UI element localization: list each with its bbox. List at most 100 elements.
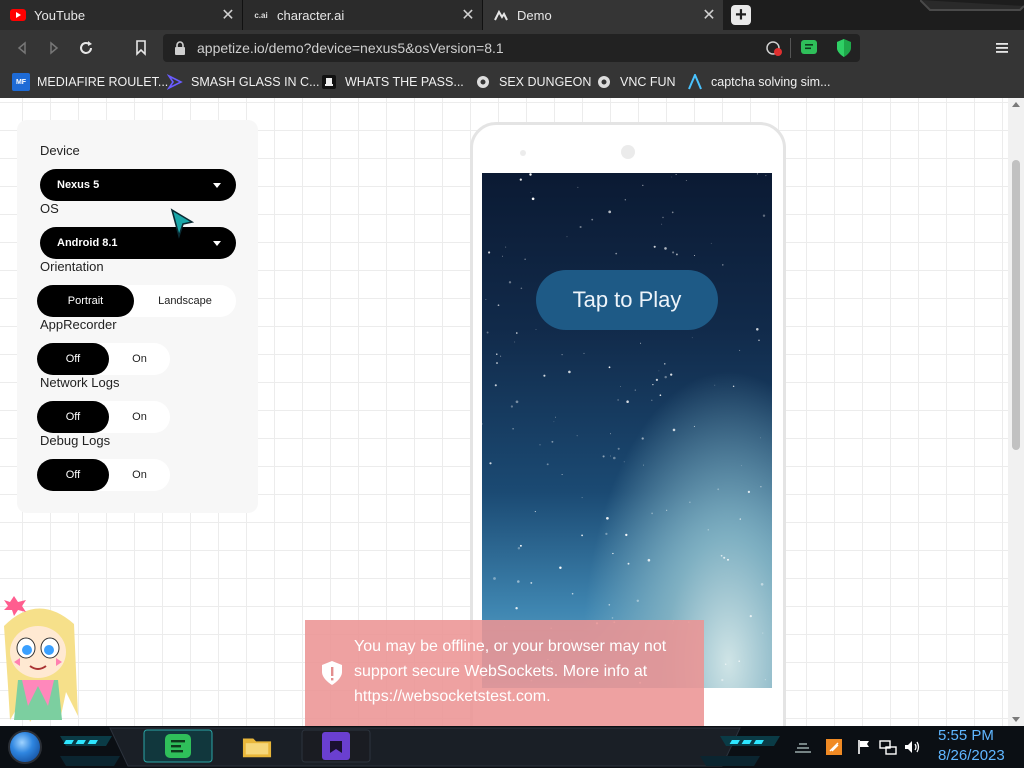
device-label: Device	[40, 143, 80, 158]
bookmark-mediafire-roulette[interactable]: MF MEDIAFIRE ROULET...	[12, 72, 168, 92]
close-tab-icon[interactable]: ✕	[218, 5, 238, 25]
action-center-flag-icon[interactable]	[855, 738, 873, 756]
star	[581, 534, 584, 537]
captcha-site-icon	[686, 73, 704, 91]
extension-chat-icon[interactable]	[800, 39, 818, 62]
star	[642, 464, 644, 466]
taskbar-chat-app[interactable]	[163, 731, 193, 761]
debug-logs-on-option[interactable]: On	[109, 459, 170, 491]
chat-app-icon	[165, 734, 191, 758]
bookmark-sex-dungeon[interactable]: SEX DUNGEON	[474, 72, 591, 92]
bookmark-captcha-solving[interactable]: captcha solving sim...	[686, 72, 831, 92]
start-button[interactable]	[8, 730, 42, 764]
star	[579, 225, 582, 229]
scroll-down-arrow-icon[interactable]	[1012, 717, 1020, 722]
tap-to-play-button[interactable]: Tap to Play	[536, 270, 718, 330]
reload-button[interactable]	[74, 36, 98, 60]
orientation-portrait-option[interactable]: Portrait	[37, 285, 134, 317]
star	[765, 175, 767, 177]
star	[759, 437, 761, 439]
back-button[interactable]	[10, 36, 34, 60]
tray-overflow-icon[interactable]	[794, 738, 812, 756]
scrollbar-thumb[interactable]	[1012, 160, 1020, 450]
star	[606, 516, 609, 520]
menu-icon	[996, 43, 1008, 53]
bookmark-page-button[interactable]	[129, 36, 153, 60]
address-bar[interactable]: appetize.io/demo?device=nexus5&osVersion…	[163, 34, 860, 62]
close-tab-icon[interactable]: ✕	[458, 5, 478, 25]
bookmark-smash-glass[interactable]: SMASH GLASS IN C...	[166, 72, 320, 92]
orientation-toggle: Portrait Landscape	[37, 285, 236, 317]
page-scrollbar[interactable]	[1008, 98, 1024, 726]
character-ai-icon: c.ai	[254, 10, 268, 20]
blocked-camera-icon[interactable]	[765, 39, 783, 62]
star	[610, 455, 611, 457]
star	[626, 400, 629, 403]
debug-logs-label: Debug Logs	[40, 433, 111, 448]
network-logs-label: Network Logs	[40, 375, 120, 390]
star	[671, 176, 673, 178]
bookmark-whats-the-pass[interactable]: WHATS THE PASS...	[320, 72, 464, 92]
tab-title: YouTube	[34, 7, 86, 23]
tab-youtube[interactable]: YouTube ✕	[0, 0, 243, 30]
tab-demo[interactable]: Demo ✕	[483, 0, 723, 30]
star	[647, 558, 651, 562]
star	[577, 186, 579, 188]
orientation-label: Orientation	[40, 259, 104, 274]
star	[739, 349, 741, 351]
tab-character-ai[interactable]: c.ai character.ai ✕	[243, 0, 483, 30]
taskbar-vpn-app[interactable]	[321, 731, 351, 761]
debug-logs-toggle: Off On	[37, 459, 170, 491]
scroll-up-arrow-icon[interactable]	[1012, 102, 1020, 107]
close-tab-icon[interactable]: ✕	[699, 5, 719, 25]
star	[488, 251, 491, 254]
tray-app-icon[interactable]	[825, 738, 843, 756]
star	[561, 353, 563, 356]
star	[524, 258, 526, 260]
apprecorder-on-option[interactable]: On	[109, 343, 170, 375]
browser-menu-button[interactable]	[990, 36, 1014, 60]
taskbar: 5:55 PM 8/26/2023	[0, 726, 1024, 768]
star	[510, 405, 514, 408]
forward-icon	[50, 41, 59, 55]
back-icon	[17, 41, 26, 55]
star	[508, 281, 512, 284]
star	[489, 462, 492, 465]
clock-time[interactable]: 5:55 PM	[938, 727, 994, 744]
star	[561, 474, 563, 475]
clock-date[interactable]: 8/26/2023	[938, 747, 1005, 764]
device-screen[interactable]: Tap to Play	[482, 173, 772, 688]
network-logs-off-option[interactable]: Off	[37, 401, 109, 433]
star	[664, 363, 666, 365]
star	[641, 437, 644, 440]
star	[738, 660, 740, 662]
star	[651, 512, 653, 515]
extension-shield-icon[interactable]	[835, 38, 853, 63]
star	[693, 425, 695, 427]
apprecorder-off-option[interactable]: Off	[37, 343, 109, 375]
star	[496, 362, 498, 364]
star	[485, 298, 487, 300]
apprecorder-toggle: Off On	[37, 343, 170, 375]
star	[602, 455, 605, 458]
page-content: Device Nexus 5 OS Android 8.1 Orientatio…	[0, 98, 1024, 726]
star	[636, 599, 640, 603]
orientation-landscape-option[interactable]: Landscape	[134, 285, 236, 317]
taskbar-file-explorer[interactable]	[242, 731, 272, 761]
smash-glass-icon	[166, 73, 184, 91]
network-icon[interactable]	[879, 738, 897, 756]
mouse-cursor-icon	[170, 208, 195, 239]
forward-button[interactable]	[42, 36, 66, 60]
volume-icon[interactable]	[903, 738, 921, 756]
cartoon-character-sticker	[4, 596, 78, 722]
os-select[interactable]: Android 8.1	[40, 227, 236, 259]
debug-logs-off-option[interactable]: Off	[37, 459, 109, 491]
device-select[interactable]: Nexus 5	[40, 169, 236, 201]
window-frame-decoration	[920, 0, 1024, 11]
new-tab-button[interactable]: +	[731, 5, 751, 25]
star	[512, 427, 514, 430]
star	[617, 399, 619, 401]
star	[756, 173, 759, 175]
network-logs-on-option[interactable]: On	[109, 401, 170, 433]
bookmark-vnc-fun[interactable]: VNC FUN	[595, 72, 676, 92]
